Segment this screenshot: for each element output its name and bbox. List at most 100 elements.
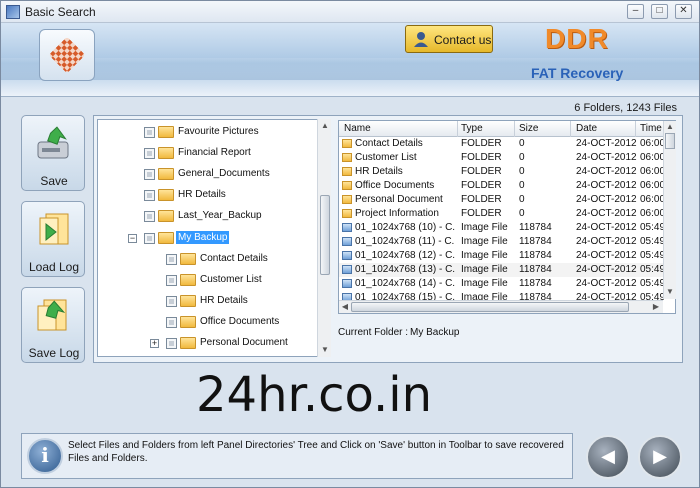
tree-scrollbar[interactable]: ▲ ▼ bbox=[317, 119, 331, 357]
header-banner: Contact us DDR FAT Recovery bbox=[1, 23, 699, 97]
cell-date: 24-OCT-2012 bbox=[576, 208, 637, 219]
list-scroll-thumb[interactable] bbox=[665, 133, 675, 149]
cell-type: Image File bbox=[461, 222, 508, 233]
cell-time: 05:49 bbox=[640, 278, 666, 289]
table-row[interactable]: Personal Document FOLDER 0 24-OCT-2012 0… bbox=[339, 193, 665, 207]
expand-toggle[interactable]: + bbox=[150, 339, 159, 348]
cell-name: Contact Details bbox=[355, 138, 423, 149]
tree-item[interactable]: HR Details bbox=[98, 292, 318, 310]
title-bar: Basic Search – □ ✕ bbox=[1, 1, 699, 23]
list-hscroll-thumb[interactable] bbox=[351, 302, 629, 312]
column-header-time[interactable]: Time bbox=[640, 123, 662, 134]
table-row[interactable]: 01_1024x768 (14) - C... Image File 11878… bbox=[339, 277, 666, 291]
scroll-down-arrow-icon[interactable]: ▼ bbox=[318, 345, 332, 354]
contact-person-icon bbox=[414, 32, 428, 47]
table-row[interactable]: Contact Details FOLDER 0 24-OCT-2012 06:… bbox=[339, 137, 665, 151]
column-header-size[interactable]: Size bbox=[519, 123, 538, 134]
folder-icon bbox=[180, 295, 196, 307]
minimize-button[interactable]: – bbox=[627, 4, 644, 19]
scroll-up-arrow-icon[interactable]: ▲ bbox=[664, 122, 676, 131]
tree-item[interactable]: Favourite Pictures bbox=[98, 123, 318, 141]
tree-item[interactable]: Last_Year_Backup bbox=[98, 207, 318, 225]
cell-date: 24-OCT-2012 bbox=[576, 222, 637, 233]
column-divider[interactable] bbox=[514, 121, 515, 137]
folder-icon bbox=[158, 147, 174, 159]
status-message: Select Files and Folders from left Panel… bbox=[68, 440, 564, 464]
cell-size: 0 bbox=[519, 138, 525, 149]
table-row[interactable]: 01_1024x768 (12) - C... Image File 11878… bbox=[339, 249, 665, 263]
column-divider[interactable] bbox=[570, 121, 571, 137]
image-file-icon bbox=[342, 223, 352, 232]
save-button[interactable]: Save bbox=[21, 115, 85, 191]
column-divider[interactable] bbox=[457, 121, 458, 137]
cell-name: 01_1024x768 (11) - C... bbox=[355, 236, 455, 247]
save-log-label: Save Log bbox=[28, 346, 80, 360]
tree-checkbox[interactable] bbox=[166, 317, 177, 328]
back-button[interactable]: ◀ bbox=[586, 435, 630, 479]
collapse-toggle[interactable]: − bbox=[128, 234, 137, 243]
table-row[interactable]: 01_1024x768 (10) - C... Image File 11878… bbox=[339, 221, 665, 235]
folder-icon bbox=[158, 126, 174, 138]
contact-us-button[interactable]: Contact us bbox=[405, 25, 493, 53]
table-row[interactable]: 01_1024x768 (13) - C... Image File 11878… bbox=[339, 263, 665, 277]
list-horizontal-scrollbar[interactable]: ◀ ▶ bbox=[339, 300, 663, 313]
table-row[interactable]: Customer List FOLDER 0 24-OCT-2012 06:00 bbox=[339, 151, 665, 165]
tree-item[interactable]: Financial Report bbox=[98, 144, 318, 162]
list-header: Name Type Size Date Time bbox=[339, 121, 675, 137]
tree-checkbox[interactable] bbox=[144, 190, 155, 201]
list-vertical-scrollbar[interactable]: ▲ ▼ bbox=[663, 121, 676, 299]
cell-name: 01_1024x768 (14) - C... bbox=[355, 278, 455, 289]
table-row[interactable]: HR Details FOLDER 0 24-OCT-2012 06:00 bbox=[339, 165, 665, 179]
tree-item-label: Favourite Pictures bbox=[178, 126, 259, 137]
column-header-date[interactable]: Date bbox=[576, 123, 597, 134]
app-logo bbox=[39, 29, 95, 81]
next-button[interactable]: ▶ bbox=[638, 435, 682, 479]
tree-item-label: Contact Details bbox=[200, 253, 268, 264]
column-header-name[interactable]: Name bbox=[344, 123, 371, 134]
tree-checkbox[interactable] bbox=[166, 296, 177, 307]
table-row[interactable]: Office Documents FOLDER 0 24-OCT-2012 06… bbox=[339, 179, 665, 193]
tree-scroll-thumb[interactable] bbox=[320, 195, 330, 275]
cell-type: Image File bbox=[461, 236, 508, 247]
scroll-up-arrow-icon[interactable]: ▲ bbox=[318, 121, 332, 130]
maximize-button[interactable]: □ bbox=[651, 4, 668, 19]
tree-checkbox[interactable] bbox=[144, 169, 155, 180]
tree-item[interactable]: HR Details bbox=[98, 186, 318, 204]
cell-date: 24-OCT-2012 bbox=[576, 138, 637, 149]
cell-date: 24-OCT-2012 bbox=[576, 166, 637, 177]
column-header-type[interactable]: Type bbox=[461, 123, 483, 134]
tree-checkbox[interactable] bbox=[144, 148, 155, 159]
tree-item[interactable]: General_Documents bbox=[98, 165, 318, 183]
tree-item-label: General_Documents bbox=[178, 168, 270, 179]
cell-date: 24-OCT-2012 bbox=[576, 194, 637, 205]
scroll-right-arrow-icon[interactable]: ▶ bbox=[651, 302, 661, 311]
product-name: FAT Recovery bbox=[531, 65, 624, 81]
scroll-left-arrow-icon[interactable]: ◀ bbox=[340, 302, 350, 311]
tree-checkbox[interactable] bbox=[144, 127, 155, 138]
folder-icon bbox=[342, 209, 352, 218]
scroll-down-arrow-icon[interactable]: ▼ bbox=[664, 287, 676, 296]
cell-name: 01_1024x768 (13) - C... bbox=[355, 264, 455, 275]
tree-item[interactable]: Office Documents bbox=[98, 313, 318, 331]
cell-size: 118784 bbox=[519, 264, 552, 275]
tree-checkbox[interactable] bbox=[166, 275, 177, 286]
tree-checkbox[interactable] bbox=[144, 211, 155, 222]
tree-item-label: HR Details bbox=[200, 295, 248, 306]
tree-item[interactable]: Customer List bbox=[98, 271, 318, 289]
table-row[interactable]: Project Information FOLDER 0 24-OCT-2012… bbox=[339, 207, 665, 221]
close-button[interactable]: ✕ bbox=[675, 4, 692, 19]
tree-checkbox[interactable] bbox=[144, 233, 155, 244]
column-divider[interactable] bbox=[635, 121, 636, 137]
load-log-button[interactable]: Load Log bbox=[21, 201, 85, 277]
tree-item[interactable]: + Personal Document bbox=[98, 334, 318, 352]
tree-item-selected[interactable]: − My Backup bbox=[98, 229, 318, 247]
tree-item[interactable]: Contact Details bbox=[98, 250, 318, 268]
cell-type: Image File bbox=[461, 250, 508, 261]
cell-date: 24-OCT-2012 bbox=[576, 264, 637, 275]
folder-icon bbox=[342, 167, 352, 176]
tree-checkbox[interactable] bbox=[166, 338, 177, 349]
tree-checkbox[interactable] bbox=[166, 254, 177, 265]
folder-icon bbox=[342, 153, 352, 162]
save-log-button[interactable]: Save Log bbox=[21, 287, 85, 363]
table-row[interactable]: 01_1024x768 (11) - C... Image File 11878… bbox=[339, 235, 665, 249]
